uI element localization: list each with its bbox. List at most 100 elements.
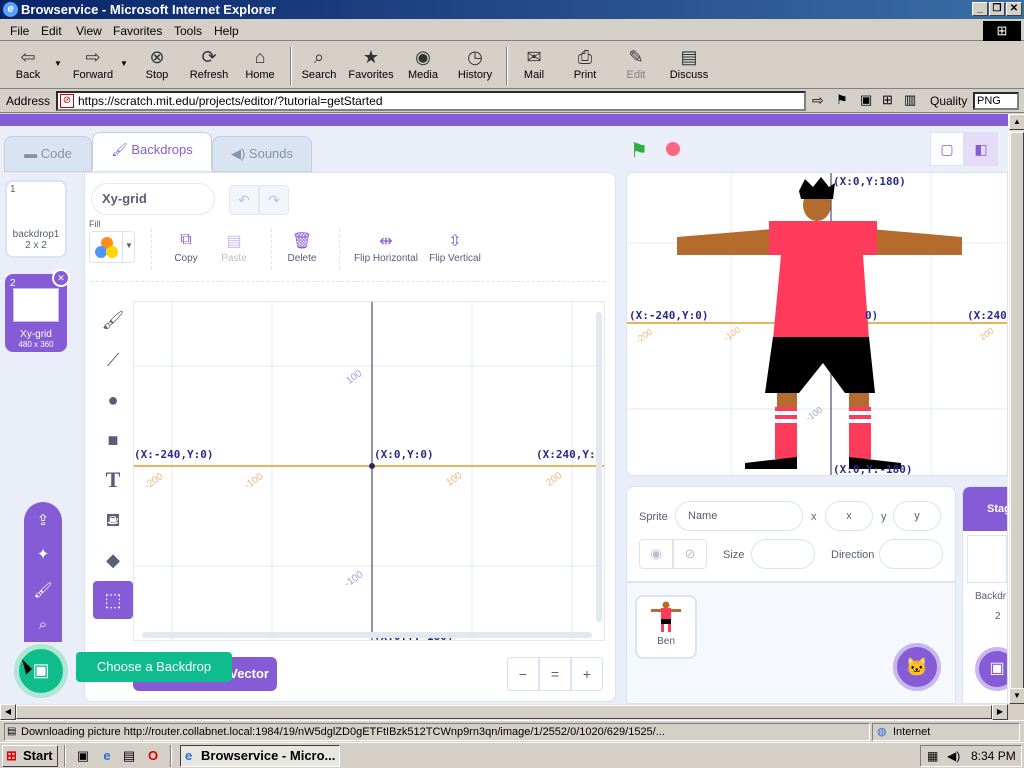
- line-tool[interactable]: ⟋: [93, 341, 133, 379]
- canvas-vertical-scrollbar[interactable]: [596, 312, 602, 622]
- choose-backdrop-button[interactable]: ▣: [14, 644, 68, 698]
- small-stage-button[interactable]: ▢: [930, 132, 964, 166]
- paste-button: ▤ Paste: [199, 231, 269, 264]
- undo-button[interactable]: ↶: [229, 185, 259, 215]
- scroll-up-icon[interactable]: ▲: [1009, 114, 1024, 130]
- print-icon: ⎙: [577, 47, 593, 67]
- circle-tool[interactable]: ●: [93, 381, 133, 419]
- hide-sprite-button[interactable]: ⊘: [673, 539, 707, 569]
- status-bar: ▤ Downloading picture http://router.coll…: [0, 720, 1024, 742]
- brush-tool[interactable]: 🖌: [93, 301, 133, 339]
- stage-target-panel[interactable]: Stag Backdr 2 ▣: [962, 486, 1008, 704]
- back-dropdown-icon[interactable]: ▼: [54, 59, 62, 68]
- menu-favorites[interactable]: Favorites: [113, 24, 162, 38]
- history-button[interactable]: ◷ History: [452, 45, 498, 87]
- paint-canvas[interactable]: (X:-240,Y:0) (X:0,Y:0) (X:240,Y:0 (X:0,Y…: [133, 301, 605, 641]
- menu-edit[interactable]: Edit: [41, 24, 62, 38]
- ie-small-icon: e: [185, 748, 193, 763]
- zoom-out-button[interactable]: −: [507, 657, 539, 691]
- sprite-tile[interactable]: Ben: [635, 595, 697, 659]
- forward-dropdown-icon[interactable]: ▼: [120, 59, 128, 68]
- zoom-in-button[interactable]: +: [571, 657, 603, 691]
- flip-vertical-button[interactable]: ⇳ Flip Vertical: [425, 231, 485, 264]
- ie-quicklaunch-icon[interactable]: e: [98, 747, 116, 765]
- tab-sounds[interactable]: ◀) Sounds: [212, 136, 312, 172]
- start-button[interactable]: ⊞ Start: [2, 745, 58, 767]
- eraser-tool[interactable]: ◆: [93, 541, 133, 579]
- rectangle-tool[interactable]: ■: [93, 421, 133, 459]
- close-button[interactable]: ✕: [1006, 2, 1022, 16]
- quality-select[interactable]: PNG: [973, 92, 1019, 110]
- costume-name-input[interactable]: Xy-grid: [91, 183, 215, 215]
- canvas-horizontal-scrollbar[interactable]: [142, 632, 592, 638]
- search-button[interactable]: ⌕ Search: [298, 45, 340, 87]
- delete-button[interactable]: 🗑 Delete: [267, 231, 337, 264]
- fill-color-picker[interactable]: ▼: [89, 231, 135, 263]
- bookmark-icon[interactable]: ⚑: [836, 92, 848, 108]
- text-tool[interactable]: T: [93, 461, 133, 499]
- tab-code[interactable]: ▬ Code: [4, 136, 92, 172]
- favorites-button[interactable]: ★ Favorites: [344, 45, 398, 87]
- address-input[interactable]: ⊘ https://scratch.mit.edu/projects/edito…: [56, 91, 806, 111]
- delete-backdrop-icon[interactable]: ✕: [52, 269, 70, 287]
- upload-backdrop-button[interactable]: ⇪: [24, 504, 62, 538]
- scroll-thumb[interactable]: [16, 705, 992, 719]
- tab-backdrops[interactable]: 🖌 Backdrops: [92, 132, 212, 170]
- opera-icon[interactable]: O: [144, 747, 162, 765]
- home-button[interactable]: ⌂ Home: [240, 45, 280, 87]
- explorer-icon[interactable]: ▤: [120, 747, 138, 765]
- paint-backdrop-button[interactable]: 🖌: [24, 574, 62, 608]
- stop-button[interactable]: ⊗ Stop: [138, 45, 176, 87]
- sprite-name-input[interactable]: Name: [675, 501, 803, 531]
- menu-file[interactable]: File: [10, 24, 29, 38]
- surprise-backdrop-button[interactable]: ✦: [24, 538, 62, 572]
- browser-vertical-scrollbar[interactable]: ▲ ▼: [1008, 114, 1024, 704]
- clock[interactable]: 8:34 PM: [971, 746, 1016, 766]
- stage[interactable]: (X:0,Y:180) (X:-240,Y:0) 0) (X:240, (X:0…: [626, 172, 1008, 476]
- sprite-direction-input[interactable]: [879, 539, 943, 569]
- show-sprite-button[interactable]: ◉: [639, 539, 673, 569]
- menu-view[interactable]: View: [76, 24, 102, 38]
- window-title: Browservice - Microsoft Internet Explore…: [21, 2, 277, 17]
- scroll-thumb[interactable]: [1010, 132, 1024, 692]
- browser-horizontal-scrollbar[interactable]: ◀ ▶: [0, 704, 1008, 720]
- discuss-button[interactable]: ▤ Discuss: [666, 45, 712, 87]
- find-icon[interactable]: ⊞: [882, 92, 893, 108]
- choose-sprite-button[interactable]: 🐱: [893, 643, 941, 691]
- refresh-button[interactable]: ⟳ Refresh: [186, 45, 232, 87]
- menu-help[interactable]: Help: [214, 24, 239, 38]
- menu-tools[interactable]: Tools: [174, 24, 202, 38]
- mail-button[interactable]: ✉ Mail: [514, 45, 554, 87]
- windows-logo-icon: ⊞: [983, 21, 1021, 41]
- taskbar-ie-window[interactable]: e Browservice - Micro...: [180, 745, 340, 767]
- back-button[interactable]: ⇦ Back: [6, 45, 50, 87]
- sprite-y-input[interactable]: y: [893, 501, 941, 531]
- search-backdrop-button[interactable]: ⌕: [24, 608, 62, 642]
- normal-stage-button[interactable]: ◧: [964, 132, 998, 166]
- maximize-button[interactable]: ❐: [989, 2, 1005, 16]
- scroll-right-icon[interactable]: ▶: [992, 704, 1008, 720]
- zoom-icon[interactable]: ▣: [860, 92, 872, 108]
- scroll-down-icon[interactable]: ▼: [1009, 688, 1024, 704]
- fill-tool[interactable]: ⛾: [93, 501, 133, 539]
- media-button[interactable]: ◉ Media: [402, 45, 444, 87]
- sprite-x-input[interactable]: x: [825, 501, 873, 531]
- redo-button[interactable]: ↷: [259, 185, 289, 215]
- minimize-button[interactable]: _: [972, 2, 988, 16]
- flip-horizontal-button[interactable]: ⇹ Flip Horizontal: [349, 231, 423, 264]
- backdrop-tile[interactable]: 1 backdrop1 2 x 2: [5, 180, 67, 258]
- select-tool[interactable]: ⬚: [93, 581, 133, 619]
- tray-network-icon[interactable]: ▦: [927, 746, 938, 766]
- scroll-left-icon[interactable]: ◀: [0, 704, 16, 720]
- tray-volume-icon[interactable]: ◀): [947, 746, 960, 766]
- forward-button[interactable]: ⇨ Forward: [70, 45, 116, 87]
- go-arrow-icon[interactable]: ⇨: [812, 92, 824, 109]
- print-button[interactable]: ⎙ Print: [566, 45, 604, 87]
- choose-backdrop-stage-button[interactable]: ▣: [975, 647, 1007, 691]
- zoom-reset-button[interactable]: =: [539, 657, 571, 691]
- sprite-size-input[interactable]: [751, 539, 815, 569]
- clipboard-icon[interactable]: ▥: [904, 92, 916, 108]
- green-flag-icon[interactable]: ⚑: [630, 138, 648, 163]
- desktop-icon[interactable]: ▣: [74, 747, 92, 765]
- stop-sign-icon[interactable]: [664, 140, 682, 158]
